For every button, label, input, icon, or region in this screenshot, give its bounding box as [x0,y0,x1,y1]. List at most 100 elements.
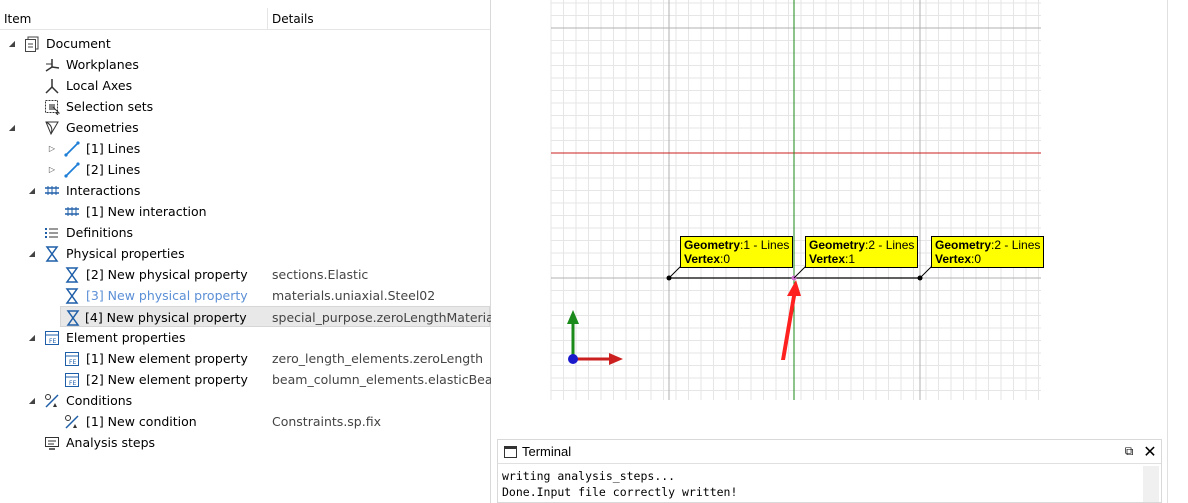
workplanes-icon [45,59,60,72]
tree-item-new-interaction[interactable]: [1] New interaction [0,201,490,222]
vertex-tooltip-3: Geometry:2 - Lines Vertex:0 [931,236,1045,268]
terminal-line: writing analysis_steps... [502,469,676,483]
interaction-icon [65,207,79,216]
tooltip-key: Vertex [684,252,721,266]
svg-text:FE: FE [49,338,56,345]
local-axes-icon [45,79,59,94]
tree-item-new-condition[interactable]: [1] New condition Constraints.sp.fix [0,411,490,432]
terminal-output[interactable]: writing analysis_steps... Done.Input fil… [502,468,1142,502]
tree-item-label: Workplanes [66,57,139,72]
tree-item-local-axes[interactable]: Local Axes [0,75,490,96]
triad-z-axis [568,354,578,364]
physical-property-icon [65,267,79,283]
tree-item-definitions[interactable]: Definitions [0,222,490,243]
document-icon [25,36,39,52]
tree-item-label: [2] Lines [86,162,141,177]
column-header-details[interactable]: Details [268,8,490,30]
triad-y-arrow [567,310,579,324]
analysis-steps-icon [45,437,59,450]
condition-icon [65,415,79,429]
tree-item-element-properties[interactable]: ◢ FE Element properties [0,327,490,348]
tree-item-element-property-2[interactable]: FE [2] New element property beam_column_… [0,369,504,390]
tree-item-label: Selection sets [66,99,154,114]
expanded-arrow-icon[interactable]: ◢ [26,243,38,264]
tree-item-label: [2] New element property [86,372,248,387]
tooltip-key: Geometry [684,238,741,252]
expanded-arrow-icon[interactable]: ◢ [6,33,18,54]
close-icon[interactable]: ✕ [1142,442,1158,461]
tree-item-label: Local Axes [66,78,133,93]
tooltip-key: Vertex [809,252,846,266]
selection-sets-icon [45,100,60,115]
tooltip-value: :2 - Lines [991,238,1041,252]
tree-item-label: Element properties [66,330,186,345]
tree-item-lines-1[interactable]: ▷ [1] Lines [0,138,490,159]
tree-item-label: Definitions [66,225,134,240]
tree-item-lines-2[interactable]: ▷ [2] Lines [0,159,490,180]
tree-item-physical-property-3[interactable]: [3] New physical property materials.unia… [0,285,490,306]
vertex-tooltip-1: Geometry:1 - Lines Vertex:0 [680,236,794,268]
conditions-icon [45,394,59,408]
tooltip-key: Geometry [935,238,992,252]
tree-item-label: Conditions [66,393,133,408]
annotation-arrow-icon [781,280,801,360]
tree-item-conditions[interactable]: ◢ Conditions [0,390,490,411]
restore-icon[interactable]: ⧉ [1122,444,1136,460]
expanded-arrow-icon[interactable]: ◢ [26,180,38,201]
definitions-list-icon [45,228,58,238]
tooltip-value: :0 [971,252,982,266]
tree-item-element-property-1[interactable]: FE [1] New element property zero_length_… [0,348,490,369]
terminal-line: Done.Input file correctly written! [502,485,738,499]
svg-text:FE: FE [69,359,76,366]
tooltip-key: Geometry [809,238,866,252]
column-header-item[interactable]: Item [0,8,268,30]
triad-x-arrow [609,353,623,365]
interactions-icon [45,186,59,195]
tree-item-label: [1] New element property [86,351,248,366]
tooltip-value: :0 [720,252,731,266]
tree-item-workplanes[interactable]: Workplanes [0,54,490,75]
grid-canvas[interactable] [491,0,1167,435]
tree-item-label: [1] Lines [86,141,141,156]
tree-item-document[interactable]: ◢ Document [0,33,490,54]
tree-item-detail: sections.Elastic [272,267,369,282]
terminal-header: Terminal ⧉ ✕ [498,440,1161,464]
expanded-arrow-icon[interactable]: ◢ [26,390,38,411]
tree-item-physical-properties[interactable]: ◢ Physical properties [0,243,490,264]
tree-item-label: [2] New physical property [86,267,248,282]
vertex-tooltip-2: Geometry:2 - Lines Vertex:1 [805,236,919,268]
tree-header: Item Details [0,8,490,30]
tree-item-detail: zero_length_elements.zeroLength [272,351,484,366]
tree-item-label: Document [46,36,111,51]
expanded-arrow-icon[interactable]: ◢ [26,327,38,348]
tree-item-analysis-steps[interactable]: Analysis steps [0,432,490,453]
element-property-icon: FE [65,352,79,366]
tree-item-physical-property-2[interactable]: [2] New physical property sections.Elast… [0,264,490,285]
line-geometry-icon [64,141,80,157]
terminal-icon [504,446,517,458]
collapsed-arrow-icon[interactable]: ▷ [46,159,58,180]
side-scrollbar[interactable] [1167,0,1188,503]
svg-text:FE: FE [69,380,76,387]
collapsed-arrow-icon[interactable]: ▷ [46,138,58,159]
tree-item-label: [4] New physical property [85,310,247,325]
tree-item-label: [1] New condition [86,414,197,429]
tree-item-selection-sets[interactable]: Selection sets [0,96,490,117]
tree-item-detail: beam_column_elements.elasticBea... [272,372,505,387]
terminal-title: Terminal [522,444,572,459]
tree-item-label: [3] New physical property [86,288,248,303]
expanded-arrow-icon[interactable]: ◢ [6,117,18,138]
tree-item-label: Physical properties [66,246,185,261]
tooltip-value: :2 - Lines [865,238,915,252]
physical-property-icon [45,246,59,262]
3d-viewport[interactable]: Geometry:1 - Lines Vertex:0 Geometry:2 -… [491,0,1167,435]
tree-item-label: [1] New interaction [86,204,207,219]
tree-item-detail: materials.uniaxial.Steel02 [272,288,436,303]
physical-property-icon [65,288,79,304]
terminal-scrollbar[interactable] [1143,466,1159,502]
tree-item-detail: special_purpose.zeroLengthMaterial [272,310,498,325]
tree-item-physical-property-4[interactable]: [4] New physical property special_purpos… [60,306,497,327]
tree-item-interactions[interactable]: ◢ Interactions [0,180,490,201]
tree-item-label: Geometries [66,120,139,135]
tree-item-geometries[interactable]: ◢ Geometries [0,117,490,138]
